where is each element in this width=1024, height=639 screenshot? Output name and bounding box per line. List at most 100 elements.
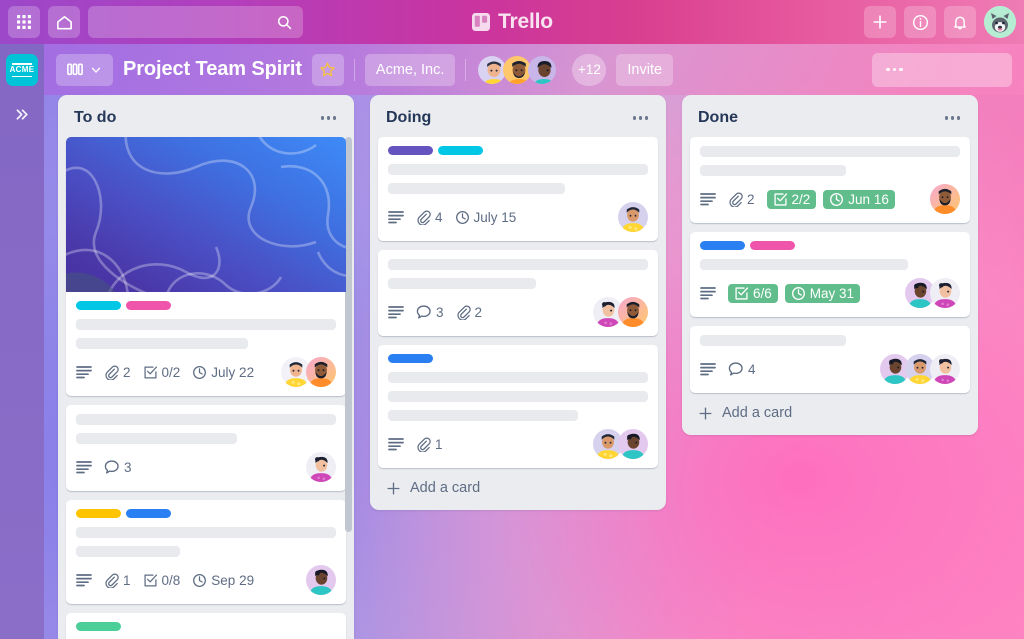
- card-labels: [76, 509, 336, 518]
- card[interactable]: 2 2/2 Jun 16: [690, 137, 970, 223]
- avatar[interactable]: [930, 278, 960, 308]
- board-view-icon: [67, 63, 83, 76]
- label[interactable]: [750, 241, 795, 250]
- attachment-badge: 2: [456, 305, 482, 320]
- card-labels: [388, 354, 648, 363]
- label[interactable]: [76, 622, 121, 631]
- checklist-badge: 0/8: [143, 573, 180, 588]
- avatar[interactable]: [306, 565, 336, 595]
- avatar[interactable]: [930, 354, 960, 384]
- more-options-icon: [892, 67, 896, 72]
- add-card-button[interactable]: Add a card: [690, 393, 970, 427]
- card-badges: 3: [76, 452, 336, 482]
- user-avatar[interactable]: [984, 6, 1016, 38]
- due-date-badge-complete: Jun 16: [823, 189, 895, 209]
- card[interactable]: 1: [378, 345, 658, 468]
- attachment-count: 1: [435, 436, 443, 452]
- label[interactable]: [438, 146, 483, 155]
- workspace-logo[interactable]: ACME: [6, 54, 38, 86]
- attachment-count: 1: [123, 572, 131, 588]
- label[interactable]: [126, 301, 171, 310]
- avatar[interactable]: [618, 297, 648, 327]
- list-scrollbar[interactable]: [345, 137, 352, 532]
- board-canvas: To do 2 0/2 July 22 3 1 0/8 Sep 29 Doing…: [44, 95, 1024, 639]
- attachment-badge: 2: [104, 365, 131, 380]
- card-title-line: [388, 183, 565, 194]
- card[interactable]: 1 0/8 Sep 29: [66, 500, 346, 604]
- avatar[interactable]: [930, 184, 960, 214]
- list-to-do: To do 2 0/2 July 22 3 1 0/8 Sep 29: [58, 95, 354, 639]
- comment-count: 4: [748, 361, 756, 377]
- invite-button[interactable]: Invite: [616, 53, 674, 86]
- card[interactable]: 2 0/2 July 22: [66, 137, 346, 396]
- extra-members-count[interactable]: +12: [572, 53, 607, 86]
- list-title: To do: [74, 109, 117, 126]
- info-circle-icon[interactable]: [904, 6, 936, 38]
- due-date-text: Jun 16: [848, 191, 889, 207]
- board-menu-button[interactable]: [872, 52, 1012, 87]
- grid-apps-icon[interactable]: [8, 6, 40, 38]
- card[interactable]: [66, 613, 346, 639]
- card-badges: 2 2/2 Jun 16: [700, 184, 960, 214]
- board-header: Project Team Spirit Acme, Inc. +12 Invit…: [44, 44, 1024, 95]
- checklist-count: 6/6: [753, 285, 772, 301]
- card-title-line: [76, 338, 248, 349]
- card-body: 2 0/2 July 22: [66, 292, 346, 387]
- due-date-badge: Sep 29: [192, 573, 254, 588]
- label[interactable]: [126, 509, 171, 518]
- card[interactable]: 6/6 May 31: [690, 232, 970, 317]
- avatar[interactable]: [618, 202, 648, 232]
- plus-icon[interactable]: [864, 6, 896, 38]
- add-card-button[interactable]: Add a card: [378, 468, 658, 502]
- checklist-count: 2/2: [791, 191, 811, 207]
- card-list: 2 0/2 July 22 3 1 0/8 Sep 29: [66, 137, 346, 639]
- card[interactable]: 3 2: [378, 250, 658, 336]
- attachment-count: 2: [747, 191, 755, 207]
- card-list: 2 2/2 Jun 16 6/6 May 31 4: [690, 137, 970, 393]
- avatar[interactable]: [526, 54, 558, 86]
- card[interactable]: 4 July 15: [378, 137, 658, 241]
- card-members: [593, 429, 648, 459]
- card[interactable]: 4: [690, 326, 970, 393]
- plus-icon: [699, 406, 712, 419]
- divider: [465, 58, 467, 81]
- list-menu-button[interactable]: [941, 112, 965, 124]
- card-cover-image: [66, 137, 346, 292]
- chevron-down-icon: [90, 64, 102, 76]
- description-icon: [700, 192, 716, 206]
- star-icon[interactable]: [311, 53, 344, 86]
- description-icon: [388, 305, 404, 319]
- label[interactable]: [76, 301, 121, 310]
- label[interactable]: [388, 354, 433, 363]
- label[interactable]: [700, 241, 745, 250]
- board-view-switcher[interactable]: [56, 53, 113, 86]
- card-badges: 6/6 May 31: [700, 278, 960, 308]
- add-card-label: Add a card: [410, 480, 481, 496]
- list-doing: Doing 4 July 15 3 2 1 Add a card: [370, 95, 666, 510]
- avatar[interactable]: [618, 429, 648, 459]
- bell-icon[interactable]: [944, 6, 976, 38]
- attachment-badge: 4: [416, 210, 443, 225]
- card[interactable]: 3: [66, 405, 346, 491]
- list-menu-button[interactable]: [629, 112, 653, 124]
- card-title-line: [700, 146, 960, 157]
- page-title: Project Team Spirit: [123, 58, 302, 80]
- comment-badge: 3: [104, 459, 132, 475]
- label[interactable]: [388, 146, 433, 155]
- list-menu-button[interactable]: [317, 112, 341, 124]
- attachment-count: 4: [435, 209, 443, 225]
- list-done: Done 2 2/2 Jun 16 6/6 May 31 4 Add a car…: [682, 95, 978, 435]
- avatar[interactable]: [306, 452, 336, 482]
- card-labels: [76, 301, 336, 310]
- nav-right-actions: [864, 6, 1016, 38]
- label[interactable]: [76, 509, 121, 518]
- card-members: [880, 354, 960, 384]
- due-date-text: Sep 29: [211, 572, 255, 588]
- comment-badge: 3: [416, 304, 444, 320]
- card-title-line: [388, 410, 578, 421]
- workspace-name[interactable]: Acme, Inc.: [364, 53, 456, 86]
- double-chevron-right-icon[interactable]: [10, 102, 35, 127]
- search-input[interactable]: [88, 6, 303, 38]
- avatar[interactable]: [306, 357, 336, 387]
- home-icon[interactable]: [48, 6, 80, 38]
